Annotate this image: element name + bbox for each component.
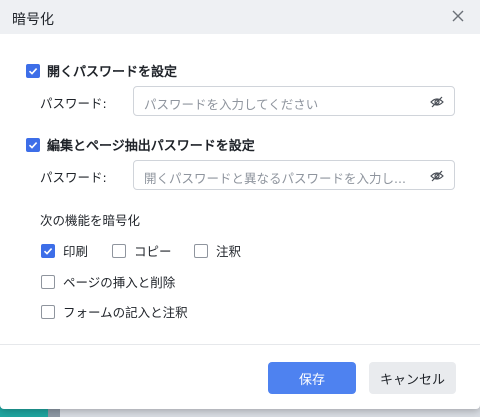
eye-off-icon[interactable] xyxy=(430,169,444,183)
option-fill-forms-annotate[interactable]: フォームの記入と注釈 xyxy=(41,302,188,321)
edit-password-toggle[interactable]: 編集とページ抽出パスワードを設定 xyxy=(26,135,255,154)
open-password-checkbox[interactable] xyxy=(26,63,40,78)
footer-divider xyxy=(0,344,480,345)
save-button[interactable]: 保存 xyxy=(268,362,356,394)
dialog-titlebar: 暗号化 xyxy=(0,0,480,34)
print-label: 印刷 xyxy=(63,244,89,259)
eye-off-icon[interactable] xyxy=(430,95,444,109)
edit-password-input[interactable]: 開くパスワードと異なるパスワードを入力し... xyxy=(133,160,455,190)
fill-forms-label: フォームの記入と注釈 xyxy=(63,305,188,320)
encryption-dialog: 暗号化 開くパスワードを設定 パスワード: パスワードを入力してください 編集と… xyxy=(0,0,480,409)
print-checkbox[interactable] xyxy=(41,243,55,258)
insert-delete-pages-label: ページの挿入と削除 xyxy=(63,275,176,290)
annotate-checkbox[interactable] xyxy=(194,243,208,258)
cancel-button[interactable]: キャンセル xyxy=(369,362,456,394)
edit-password-field-label: パスワード: xyxy=(40,170,107,185)
edit-password-placeholder: 開くパスワードと異なるパスワードを入力し... xyxy=(144,171,406,186)
open-password-input[interactable]: パスワードを入力してください xyxy=(133,86,455,116)
edit-password-label: 編集とページ抽出パスワードを設定 xyxy=(47,139,255,154)
open-password-placeholder: パスワードを入力してください xyxy=(144,97,319,112)
open-password-toggle[interactable]: 開くパスワードを設定 xyxy=(26,61,177,80)
option-print[interactable]: 印刷 xyxy=(41,241,88,260)
checkmark-icon xyxy=(28,67,38,75)
checkmark-icon xyxy=(43,247,53,255)
open-password-label: 開くパスワードを設定 xyxy=(47,65,178,80)
dialog-title: 暗号化 xyxy=(12,12,54,28)
open-password-field-label: パスワード: xyxy=(40,96,107,111)
encrypt-section-title: 次の機能を暗号化 xyxy=(40,213,141,228)
option-insert-delete-pages[interactable]: ページの挿入と削除 xyxy=(41,272,175,291)
annotate-label: 注釈 xyxy=(216,244,242,259)
option-annotate[interactable]: 注釈 xyxy=(194,241,241,260)
checkmark-icon xyxy=(28,141,38,149)
fill-forms-checkbox[interactable] xyxy=(41,304,55,319)
insert-delete-pages-checkbox[interactable] xyxy=(41,274,55,289)
close-icon[interactable] xyxy=(450,8,466,24)
copy-checkbox[interactable] xyxy=(112,243,126,258)
edit-password-checkbox[interactable] xyxy=(26,137,40,152)
copy-label: コピー xyxy=(134,244,172,259)
option-copy[interactable]: コピー xyxy=(112,241,172,260)
